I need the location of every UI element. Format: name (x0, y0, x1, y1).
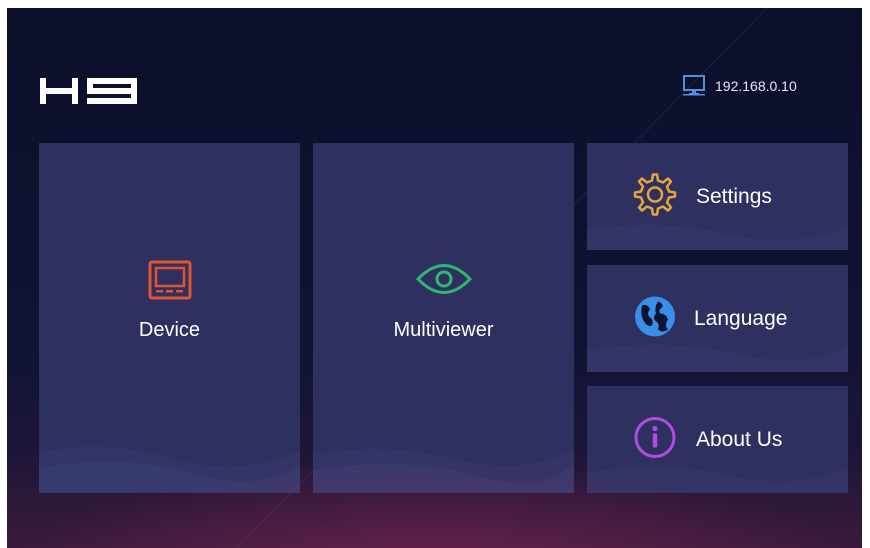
multiviewer-label: Multiviewer (393, 319, 494, 341)
network-status: 192.168.0.10 (683, 74, 797, 98)
monitor-network-icon (683, 75, 705, 97)
language-tile[interactable]: Language (587, 265, 848, 372)
about-us-tile[interactable]: About Us (587, 386, 848, 493)
globe-icon (634, 295, 676, 342)
h9-logo (40, 78, 137, 104)
device-monitor-icon (148, 260, 192, 307)
settings-label: Settings (696, 184, 772, 208)
about-us-label: About Us (696, 427, 783, 451)
info-icon (633, 415, 677, 464)
language-label: Language (694, 306, 788, 330)
gear-icon (633, 172, 677, 221)
tile-wave (313, 448, 574, 493)
settings-tile[interactable]: Settings (587, 143, 848, 250)
ip-address: 192.168.0.10 (715, 78, 797, 94)
eye-icon (415, 260, 473, 303)
device-tile[interactable]: Device (39, 143, 300, 493)
home-screen: 192.168.0.10 Device Multiviewer Settings… (7, 8, 862, 548)
device-label: Device (138, 319, 201, 341)
tile-wave (39, 446, 300, 493)
multiviewer-tile[interactable]: Multiviewer (313, 143, 574, 493)
